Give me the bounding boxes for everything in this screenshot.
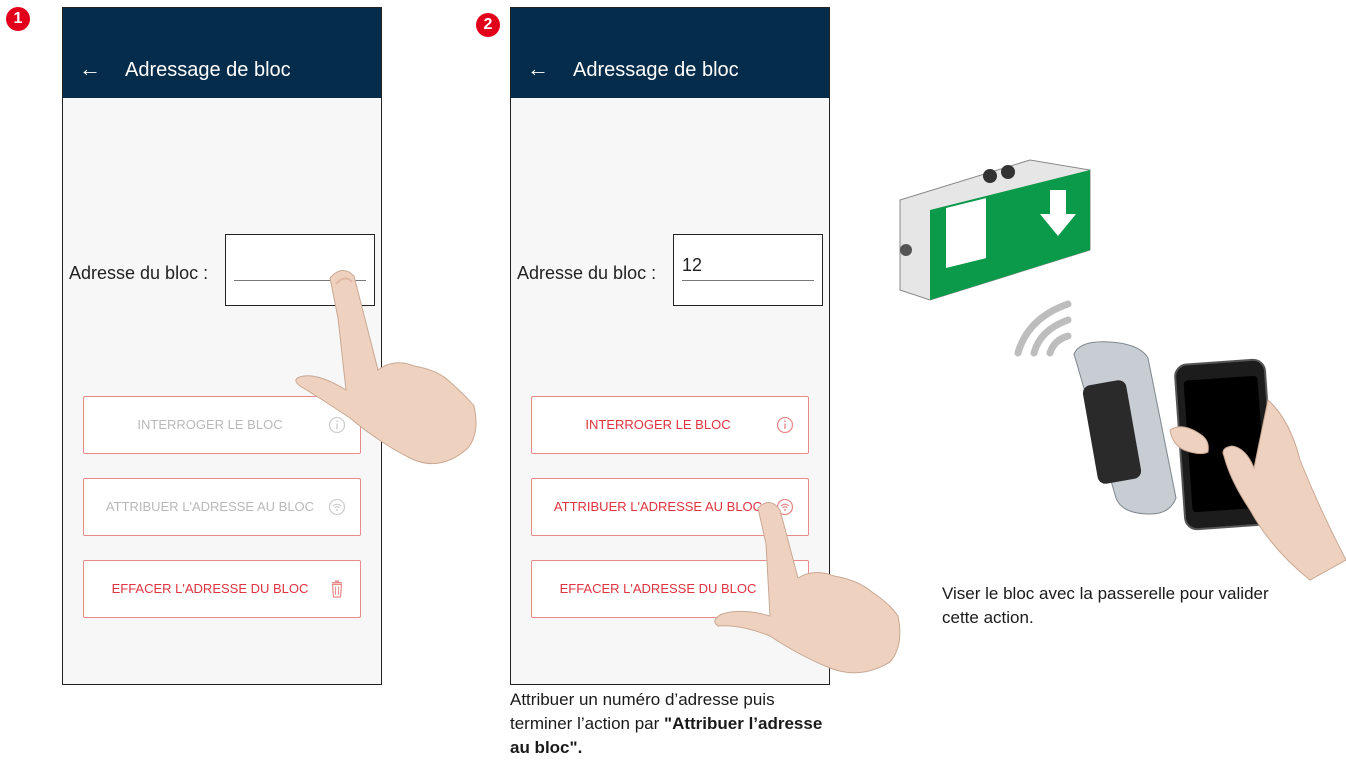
page-title: Adressage de bloc bbox=[573, 59, 739, 81]
arrow-left-icon[interactable]: ← bbox=[527, 58, 549, 80]
exit-sign-illustration bbox=[899, 159, 1091, 301]
info-icon bbox=[776, 416, 794, 434]
app-bar: ← Adressage de bloc bbox=[511, 8, 829, 98]
step-3-caption: Viser le bloc avec la passerelle pour va… bbox=[942, 584, 1269, 627]
hand-pointer-step-1 bbox=[295, 270, 477, 465]
erase-address-label: EFFACER L'ADRESSE DU BLOC bbox=[111, 581, 309, 596]
address-input[interactable]: 12 bbox=[673, 234, 823, 306]
trash-icon bbox=[331, 580, 343, 598]
input-underline bbox=[682, 280, 814, 281]
assign-address-label: ATTRIBUER L'ADRESSE AU BLOC bbox=[105, 499, 315, 514]
query-block-label: INTERROGER LE BLOC bbox=[585, 417, 731, 432]
step-2-badge: 2 bbox=[476, 13, 500, 37]
hand-pointer-step-2 bbox=[714, 502, 901, 674]
app-bar: ← Adressage de bloc bbox=[63, 8, 381, 98]
wifi-icon bbox=[328, 498, 346, 516]
address-field-label: Adresse du bloc : bbox=[517, 263, 657, 283]
page-title: Adressage de bloc bbox=[125, 59, 291, 81]
arrow-left-icon[interactable]: ← bbox=[79, 58, 101, 80]
smartphone-in-hand-illustration bbox=[1169, 358, 1346, 581]
erase-address-button[interactable]: EFFACER L'ADRESSE DU BLOC bbox=[83, 560, 361, 618]
step-2-caption: Attribuer un numéro d’adresse puis termi… bbox=[510, 688, 830, 760]
query-block-button[interactable]: INTERROGER LE BLOC bbox=[531, 396, 809, 454]
address-input-value: 12 bbox=[682, 255, 703, 275]
address-field-label: Adresse du bloc : bbox=[69, 263, 209, 283]
step-1-badge: 1 bbox=[6, 7, 30, 31]
